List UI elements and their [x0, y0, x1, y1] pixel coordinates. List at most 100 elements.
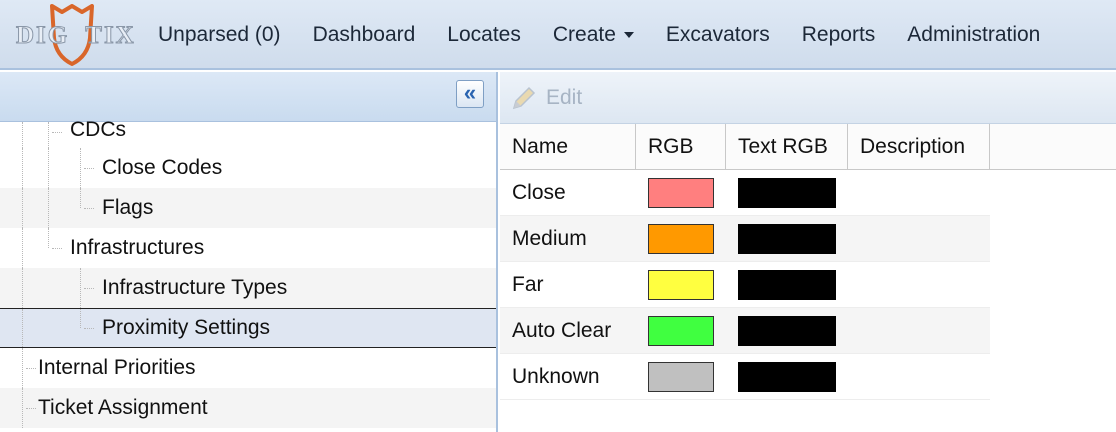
- nav-administration[interactable]: Administration: [907, 23, 1040, 47]
- tree-guide-line: [48, 148, 49, 188]
- edit-button[interactable]: Edit: [510, 84, 582, 112]
- tree-item-close-codes[interactable]: Close Codes: [0, 148, 496, 188]
- tree-item-label: Infrastructure Types: [102, 276, 288, 299]
- tree-item-internal-priorities[interactable]: Internal Priorities: [0, 348, 496, 388]
- cell-name: Close: [512, 180, 566, 204]
- tree-guide-line: [22, 122, 23, 148]
- rgb-color-swatch: [648, 223, 714, 254]
- proximity-settings-panel: Edit Name RGB Text RGB Description Close…: [500, 72, 1116, 432]
- column-header-text-rgb[interactable]: Text RGB: [726, 124, 848, 170]
- tree-guide-line: [22, 188, 23, 228]
- column-header-name[interactable]: Name: [500, 124, 636, 170]
- cell-description: [848, 216, 990, 261]
- tree-panel-header: «: [0, 72, 496, 122]
- text-rgb-color-swatch: [738, 177, 836, 208]
- tree-item-label: Infrastructures: [70, 236, 205, 259]
- tree-item-proximity-settings[interactable]: Proximity Settings: [0, 308, 496, 348]
- nav-create-label: Create: [552, 23, 616, 46]
- tree-item-label: Close Codes: [102, 156, 223, 179]
- tree-guide-line: [22, 348, 23, 388]
- rgb-color-swatch: [648, 177, 714, 208]
- tree-item-label: Internal Priorities: [38, 356, 196, 379]
- text-rgb-color-swatch: [738, 223, 836, 254]
- main-nav: Unparsed (0) Dashboard Locates Create Ex…: [158, 0, 1072, 70]
- cell-text-rgb: [726, 170, 848, 215]
- double-chevron-left-icon: «: [463, 80, 477, 105]
- grid-body: Close Medium Far Auto Clear Unknown: [500, 170, 1116, 400]
- cell-text-rgb: [726, 216, 848, 261]
- tree-item-flags[interactable]: Flags: [0, 188, 496, 228]
- tree-item-label: Proximity Settings: [102, 316, 271, 339]
- tree-item-infrastructure-types[interactable]: Infrastructure Types: [0, 268, 496, 308]
- rgb-color-swatch: [648, 269, 714, 300]
- nav-reports[interactable]: Reports: [802, 23, 876, 47]
- cell-rgb: [636, 262, 726, 307]
- nav-excavators-label: Excavators: [665, 23, 770, 46]
- cell-rgb: [636, 354, 726, 399]
- tree-guide-line: [80, 268, 81, 308]
- tree-connector: [26, 408, 36, 409]
- cell-description: [848, 262, 990, 307]
- tree-guide-line: [80, 188, 81, 208]
- nav-administration-label: Administration: [907, 23, 1041, 46]
- table-row[interactable]: Close: [500, 170, 990, 216]
- rgb-color-swatch: [648, 315, 714, 346]
- tree-guide-line: [48, 228, 49, 248]
- tree-guide-line: [22, 268, 23, 308]
- settings-tree-panel: « CDCs Close Codes Flags Infrastructures…: [0, 72, 498, 432]
- table-row[interactable]: Unknown: [500, 354, 990, 400]
- tree-item-label: CDCs: [70, 118, 126, 141]
- cell-name: Medium: [512, 226, 587, 250]
- caret-down-icon: [623, 32, 634, 38]
- cell-description: [848, 354, 990, 399]
- text-rgb-color-swatch: [738, 361, 836, 392]
- tree-item-label: Flags: [102, 196, 154, 219]
- tree-guide-line: [80, 309, 81, 328]
- app-logo[interactable]: DIG TIX: [14, 4, 134, 66]
- settings-tree: CDCs Close Codes Flags Infrastructures I…: [0, 118, 496, 428]
- nav-dashboard[interactable]: Dashboard: [313, 23, 416, 47]
- text-rgb-color-swatch: [738, 315, 836, 346]
- tree-item-cdcs[interactable]: CDCs: [0, 118, 496, 148]
- grid-header: Name RGB Text RGB Description: [500, 124, 1116, 170]
- collapse-panel-button[interactable]: «: [456, 80, 484, 108]
- nav-excavators[interactable]: Excavators: [666, 23, 770, 47]
- cell-description: [848, 308, 990, 353]
- tree-connector: [52, 132, 62, 134]
- cell-text-rgb: [726, 308, 848, 353]
- tree-connector: [84, 288, 94, 289]
- tree-guide-line: [22, 309, 23, 347]
- table-row[interactable]: Far: [500, 262, 990, 308]
- nav-reports-label: Reports: [801, 23, 876, 46]
- table-row[interactable]: Medium: [500, 216, 990, 262]
- column-header-description[interactable]: Description: [848, 124, 990, 170]
- nav-unparsed[interactable]: Unparsed (0): [158, 23, 281, 47]
- nav-locates[interactable]: Locates: [447, 23, 521, 47]
- cell-name: Auto Clear: [512, 318, 612, 342]
- nav-create[interactable]: Create: [553, 23, 634, 47]
- tree-guide-line: [22, 148, 23, 188]
- tree-item-ticket-assignment[interactable]: Ticket Assignment: [0, 388, 496, 428]
- cell-rgb: [636, 308, 726, 353]
- top-nav-bar: DIG TIX Unparsed (0) Dashboard Locates C…: [0, 0, 1116, 70]
- tree-guide-line: [48, 122, 49, 148]
- cell-rgb: [636, 170, 726, 215]
- cell-name: Far: [512, 272, 544, 296]
- nav-locates-label: Locates: [447, 23, 521, 46]
- pencil-icon: [512, 86, 536, 109]
- tree-guide-line: [48, 188, 49, 228]
- column-header-rgb[interactable]: RGB: [636, 124, 726, 170]
- rgb-color-swatch: [648, 361, 714, 392]
- tree-connector: [84, 328, 94, 329]
- tree-item-label: Ticket Assignment: [38, 396, 208, 419]
- tree-item-infrastructures[interactable]: Infrastructures: [0, 228, 496, 268]
- nav-unparsed-label: Unparsed (0): [158, 23, 281, 46]
- tree-guide-line: [22, 228, 23, 268]
- tree-connector: [52, 248, 62, 249]
- cell-description: [848, 170, 990, 215]
- cell-text-rgb: [726, 262, 848, 307]
- tree-guide-line: [22, 388, 23, 428]
- cell-name: Unknown: [512, 364, 600, 388]
- tree-guide-line: [80, 148, 81, 188]
- table-row[interactable]: Auto Clear: [500, 308, 990, 354]
